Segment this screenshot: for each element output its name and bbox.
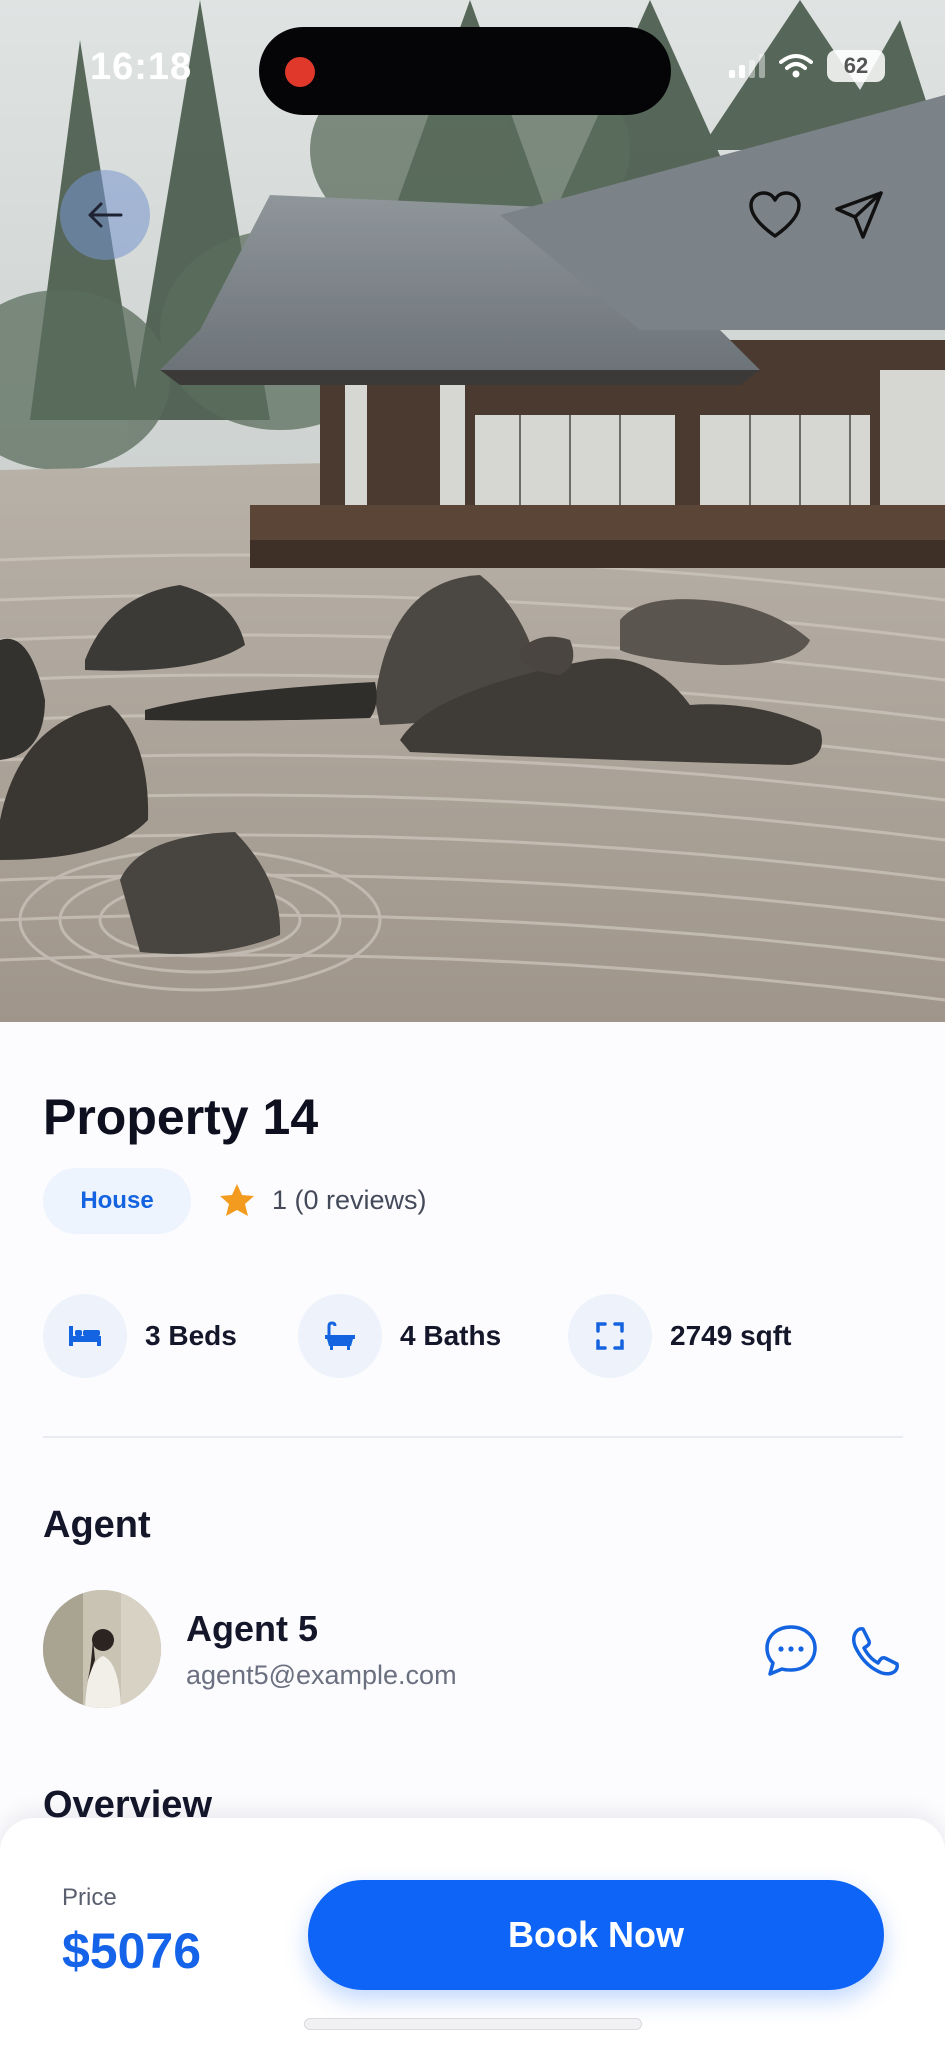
- agent-avatar[interactable]: [43, 1590, 161, 1708]
- bed-icon: [43, 1294, 127, 1378]
- status-bar: 16:18 62: [0, 0, 945, 140]
- rating-text: 1 (0 reviews): [272, 1184, 427, 1215]
- feature-baths: 4 Baths: [298, 1294, 501, 1378]
- agent-name: Agent 5: [186, 1608, 319, 1649]
- section-divider: [43, 1436, 903, 1438]
- beds-label: 3 Beds: [145, 1320, 237, 1351]
- price-value: $5076: [62, 1923, 202, 1979]
- message-agent-button[interactable]: [760, 1620, 822, 1682]
- booking-bar: Price $5076 Book Now: [0, 1818, 945, 2048]
- property-hero-image: 16:18 62: [0, 0, 945, 1022]
- chat-bubble-icon: [765, 1625, 817, 1676]
- rating-summary[interactable]: 1 (0 reviews): [218, 1182, 427, 1218]
- feature-beds: 3 Beds: [43, 1294, 237, 1378]
- book-now-button[interactable]: Book Now: [308, 1880, 884, 1990]
- price-label: Price: [62, 1884, 117, 1911]
- agent-section-title: Agent: [43, 1504, 151, 1546]
- send-icon: [835, 191, 883, 239]
- phone-icon: [851, 1627, 899, 1676]
- back-button[interactable]: [60, 170, 150, 260]
- call-agent-button[interactable]: [844, 1620, 906, 1682]
- wifi-icon: [779, 54, 813, 78]
- bathtub-icon: [298, 1294, 382, 1378]
- cellular-signal-icon: [729, 54, 765, 78]
- expand-icon: [568, 1294, 652, 1378]
- agent-email: agent5@example.com: [186, 1660, 457, 1690]
- dynamic-island: [259, 27, 671, 115]
- star-icon: [220, 1184, 254, 1216]
- zen-garden-photo: [0, 0, 945, 1022]
- feature-area: 2749 sqft: [568, 1294, 791, 1378]
- baths-label: 4 Baths: [400, 1320, 502, 1351]
- status-icons: 62: [729, 50, 885, 82]
- property-title: Property 14: [43, 1089, 319, 1145]
- favorite-button[interactable]: [742, 182, 808, 248]
- status-time: 16:18: [90, 46, 193, 88]
- battery-indicator: 62: [827, 50, 885, 82]
- heart-icon: [749, 191, 801, 238]
- share-button[interactable]: [826, 182, 892, 248]
- recording-indicator-icon: [285, 57, 315, 87]
- home-indicator[interactable]: [304, 2018, 642, 2030]
- property-type-badge: House: [43, 1168, 191, 1234]
- area-label: 2749 sqft: [670, 1320, 792, 1351]
- arrow-left-icon: [88, 202, 123, 228]
